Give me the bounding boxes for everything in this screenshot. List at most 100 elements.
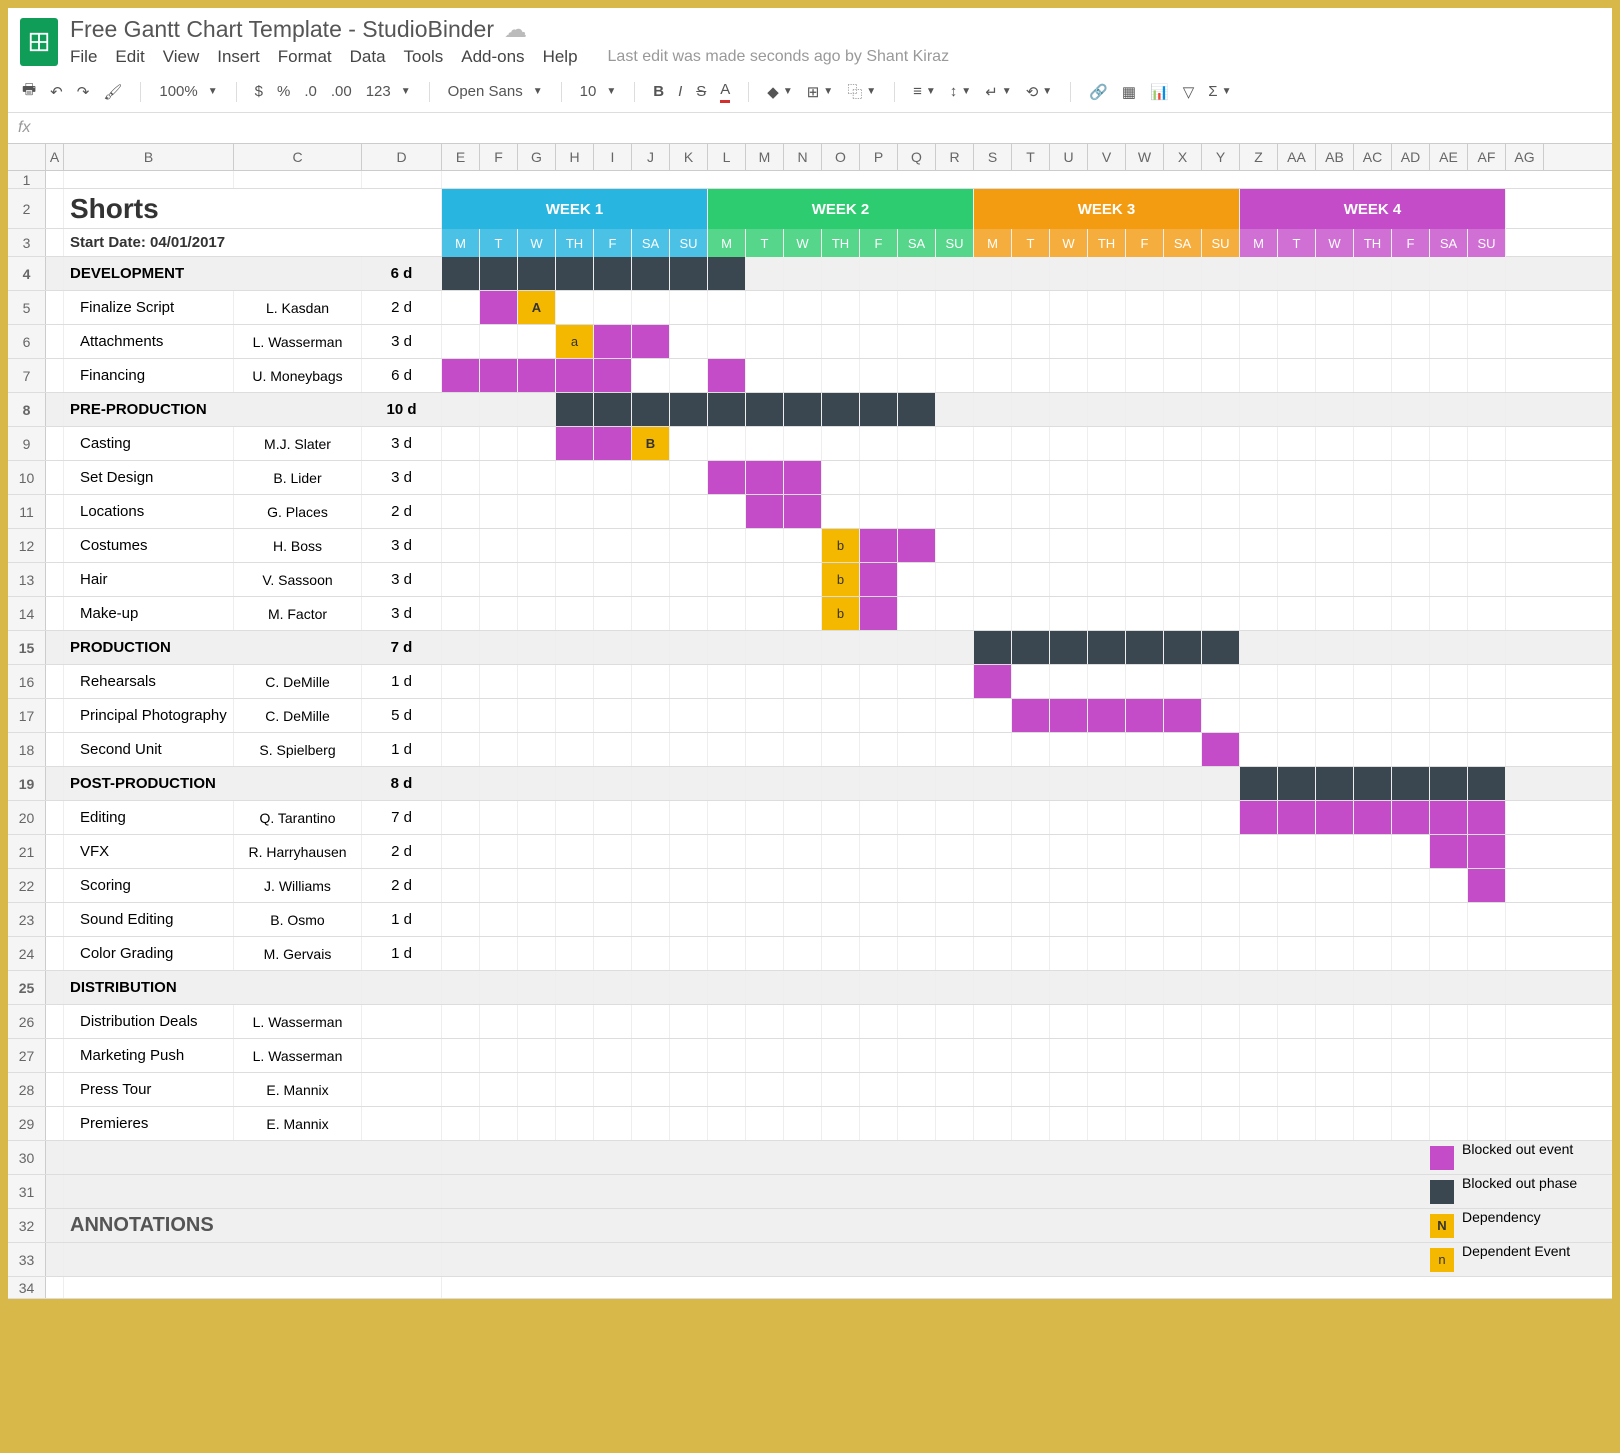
gantt-cell[interactable] — [1278, 937, 1316, 970]
gantt-cell[interactable] — [936, 597, 974, 630]
gantt-cell[interactable] — [1126, 699, 1164, 732]
col-header[interactable]: AB — [1316, 144, 1354, 170]
gantt-cell[interactable] — [708, 1073, 746, 1106]
gantt-cell[interactable] — [708, 937, 746, 970]
gantt-cell[interactable] — [594, 461, 632, 494]
valign-icon[interactable]: ↕▼ — [950, 83, 971, 100]
gantt-cell[interactable] — [518, 427, 556, 460]
doc-title[interactable]: Free Gantt Chart Template - StudioBinder — [70, 16, 494, 43]
gantt-cell[interactable] — [1088, 767, 1126, 800]
gantt-cell[interactable] — [708, 359, 746, 392]
gantt-cell[interactable] — [442, 733, 480, 766]
gantt-cell[interactable] — [784, 903, 822, 936]
gantt-cell[interactable] — [518, 325, 556, 358]
gantt-cell[interactable] — [860, 1005, 898, 1038]
gantt-cell[interactable] — [974, 495, 1012, 528]
gantt-cell[interactable] — [480, 1039, 518, 1072]
gantt-cell[interactable] — [480, 699, 518, 732]
col-header[interactable]: I — [594, 144, 632, 170]
gantt-cell[interactable] — [594, 631, 632, 664]
gantt-cell[interactable] — [1012, 869, 1050, 902]
gantt-cell[interactable] — [1050, 1073, 1088, 1106]
gantt-cell[interactable] — [1354, 937, 1392, 970]
gantt-cell[interactable] — [594, 257, 632, 290]
gantt-cell[interactable] — [1354, 1039, 1392, 1072]
gantt-cell[interactable] — [1126, 563, 1164, 596]
gantt-cell[interactable] — [1164, 869, 1202, 902]
gantt-cell[interactable] — [632, 1107, 670, 1140]
gantt-cell[interactable] — [1164, 1039, 1202, 1072]
gantt-cell[interactable] — [556, 937, 594, 970]
gantt-cell[interactable] — [1240, 835, 1278, 868]
gantt-cell[interactable] — [784, 393, 822, 426]
gantt-cell[interactable] — [1468, 1005, 1506, 1038]
decrease-decimal-icon[interactable]: .0 — [304, 83, 317, 100]
gantt-cell[interactable] — [1430, 529, 1468, 562]
gantt-cell[interactable] — [1126, 869, 1164, 902]
gantt-cell[interactable] — [1316, 903, 1354, 936]
gantt-cell[interactable] — [594, 495, 632, 528]
gantt-cell[interactable] — [1430, 1073, 1468, 1106]
gantt-cell[interactable] — [1012, 665, 1050, 698]
gantt-cell[interactable] — [1468, 1039, 1506, 1072]
menu-add-ons[interactable]: Add-ons — [461, 47, 524, 67]
gantt-cell[interactable] — [518, 359, 556, 392]
gantt-cell[interactable] — [518, 699, 556, 732]
gantt-cell[interactable] — [1278, 835, 1316, 868]
gantt-cell[interactable] — [860, 257, 898, 290]
gantt-cell[interactable] — [442, 631, 480, 664]
col-header[interactable]: H — [556, 144, 594, 170]
gantt-cell[interactable] — [556, 1073, 594, 1106]
gantt-cell[interactable] — [480, 869, 518, 902]
gantt-cell[interactable] — [822, 325, 860, 358]
gantt-cell[interactable] — [442, 1005, 480, 1038]
col-header[interactable]: S — [974, 144, 1012, 170]
gantt-cell[interactable] — [898, 495, 936, 528]
gantt-cell[interactable] — [1202, 597, 1240, 630]
row-header[interactable]: 22 — [8, 869, 46, 902]
gantt-cell[interactable] — [1316, 291, 1354, 324]
gantt-cell[interactable] — [860, 971, 898, 1004]
gantt-cell[interactable] — [1126, 1039, 1164, 1072]
gantt-cell[interactable] — [1430, 291, 1468, 324]
gantt-cell[interactable] — [1354, 699, 1392, 732]
gantt-cell[interactable] — [822, 257, 860, 290]
task-row[interactable]: 21VFXR. Harryhausen2 d — [8, 835, 1612, 869]
row-header[interactable]: 12 — [8, 529, 46, 562]
gantt-cell[interactable] — [1278, 1107, 1316, 1140]
col-header[interactable]: V — [1088, 144, 1126, 170]
gantt-cell[interactable] — [1012, 1107, 1050, 1140]
gantt-cell[interactable] — [1430, 495, 1468, 528]
gantt-cell[interactable] — [860, 699, 898, 732]
gantt-cell[interactable] — [1316, 971, 1354, 1004]
col-header[interactable]: AF — [1468, 144, 1506, 170]
gantt-cell[interactable] — [1126, 1073, 1164, 1106]
gantt-cell[interactable] — [1088, 1073, 1126, 1106]
gantt-cell[interactable] — [1316, 597, 1354, 630]
gantt-cell[interactable] — [822, 767, 860, 800]
gantt-cell[interactable] — [1126, 767, 1164, 800]
gantt-cell[interactable] — [1354, 257, 1392, 290]
col-header[interactable]: O — [822, 144, 860, 170]
gantt-cell[interactable] — [1392, 291, 1430, 324]
gantt-cell[interactable] — [1240, 1107, 1278, 1140]
gantt-cell[interactable] — [1012, 257, 1050, 290]
gantt-cell[interactable] — [746, 1107, 784, 1140]
gantt-cell[interactable] — [784, 359, 822, 392]
gantt-cell[interactable] — [480, 325, 518, 358]
gantt-cell[interactable] — [1468, 903, 1506, 936]
gantt-cell[interactable] — [1430, 1107, 1468, 1140]
gantt-cell[interactable] — [1050, 937, 1088, 970]
gantt-cell[interactable] — [1164, 971, 1202, 1004]
gantt-cell[interactable] — [708, 393, 746, 426]
gantt-cell[interactable] — [1126, 393, 1164, 426]
gantt-cell[interactable] — [1164, 461, 1202, 494]
gantt-cell[interactable] — [974, 359, 1012, 392]
gantt-cell[interactable] — [1240, 563, 1278, 596]
gantt-cell[interactable] — [1392, 461, 1430, 494]
gantt-cell[interactable] — [442, 597, 480, 630]
gantt-cell[interactable] — [1316, 1005, 1354, 1038]
gantt-cell[interactable] — [1088, 733, 1126, 766]
gantt-cell[interactable] — [1316, 869, 1354, 902]
gantt-cell[interactable] — [822, 427, 860, 460]
